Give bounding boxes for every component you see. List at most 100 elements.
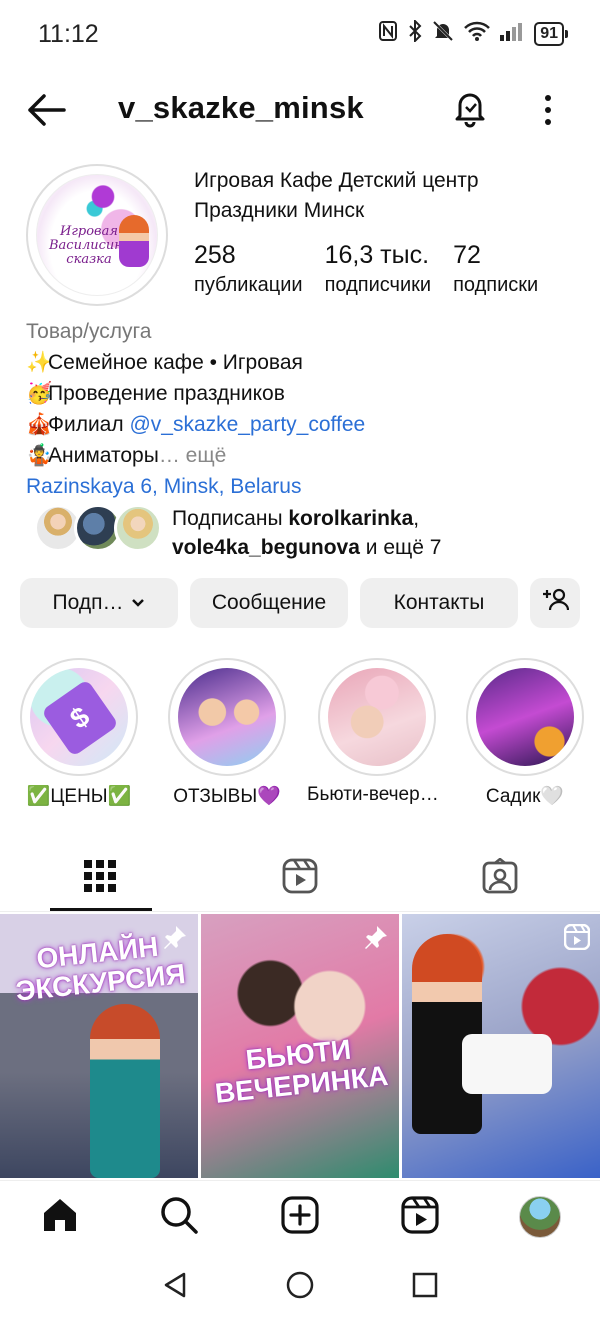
bio-line: 🤹Аниматоры… ещё xyxy=(26,440,586,471)
stat-followers-value: 16,3 тыс. xyxy=(324,241,430,269)
post-thumbnail[interactable] xyxy=(402,914,600,1178)
nav-profile[interactable] xyxy=(518,1195,562,1239)
highlight-ring xyxy=(318,658,436,776)
profile-bio: Товар/услуга ✨Семейное кафе • Игровая 🥳П… xyxy=(26,316,586,502)
post-thumbnail[interactable]: БЬЮТИ ВЕЧЕРИНКА xyxy=(201,914,399,1178)
nav-create[interactable] xyxy=(278,1195,322,1239)
highlight-label: ✅ЦЕНЫ✅ xyxy=(26,786,132,807)
highlight-cover xyxy=(476,668,574,766)
avatar-image: Игровая Василисина сказка xyxy=(36,174,158,296)
system-recents-icon[interactable] xyxy=(410,1270,440,1300)
stat-following-value: 72 xyxy=(453,241,481,269)
story-highlight[interactable]: $ ✅ЦЕНЫ✅ xyxy=(20,658,138,808)
profile-header: v_skazke_minsk xyxy=(0,80,600,140)
bio-line: 🎪Филиал @v_skazke_party_coffee xyxy=(26,409,586,440)
reels-icon xyxy=(400,1195,440,1240)
profile-display-name: Игровая Кафе Детский центр Праздники Мин… xyxy=(194,166,479,226)
profile-avatar[interactable]: Игровая Василисина сказка xyxy=(26,164,168,306)
active-tab-indicator xyxy=(50,908,152,911)
bio-text: Филиал xyxy=(48,413,130,436)
bluetooth-icon xyxy=(408,18,422,48)
bottom-navigation xyxy=(0,1180,600,1254)
mutual-followers[interactable]: Подписаны korolkarinka, vole4ka_begunova… xyxy=(34,504,594,559)
juggler-emoji: 🤹 xyxy=(26,444,53,467)
bio-text: Аниматоры xyxy=(48,444,159,467)
notification-bell-icon[interactable] xyxy=(452,88,488,128)
mutual-followers-text: Подписаны korolkarinka, vole4ka_begunova… xyxy=(172,504,592,562)
signal-icon xyxy=(500,21,524,47)
reel-indicator-icon xyxy=(563,923,591,951)
followed-by-prefix: Подписаны xyxy=(172,507,289,530)
wifi-icon xyxy=(464,20,491,48)
post-overlay-text: БЬЮТИ ВЕЧЕРИНКА xyxy=(213,1033,390,1109)
nav-home[interactable] xyxy=(38,1195,82,1239)
stat-posts-value: 258 xyxy=(194,241,236,269)
message-button[interactable]: Сообщение xyxy=(190,578,348,628)
address-link[interactable]: Razinskaya 6, Minsk, Belarus xyxy=(26,471,586,502)
system-home-icon[interactable] xyxy=(285,1270,315,1300)
post-photo-subject xyxy=(90,1004,160,1178)
tab-posts-grid[interactable] xyxy=(0,846,200,910)
mutual-follower-avatar xyxy=(114,504,162,552)
search-icon xyxy=(159,1195,199,1240)
bio-more-link[interactable]: … ещё xyxy=(159,444,226,467)
highlight-label: Садик🤍 xyxy=(485,786,565,807)
grid-icon xyxy=(84,859,116,897)
mute-bell-icon xyxy=(432,20,454,48)
stat-posts[interactable]: 258 публикации xyxy=(194,240,303,300)
own-profile-avatar xyxy=(519,1196,561,1238)
followed-by-suffix: и ещё 7 xyxy=(359,536,442,559)
tagged-person-icon xyxy=(482,856,518,899)
reels-icon xyxy=(282,858,318,899)
sparkles-emoji: ✨ xyxy=(26,351,53,374)
stat-following[interactable]: 72 подписки xyxy=(453,240,538,300)
contacts-button[interactable]: Контакты xyxy=(360,578,518,628)
bio-text: Семейное кафе • Игровая xyxy=(48,351,303,374)
avatar-logo-text: Игровая Василисина сказка xyxy=(49,224,131,267)
back-arrow-icon[interactable] xyxy=(26,92,66,128)
separator: , xyxy=(413,507,420,530)
nfc-icon xyxy=(378,20,398,48)
status-bar: 11:12 91 xyxy=(0,0,600,70)
pin-icon xyxy=(363,924,389,950)
highlight-label: ОТЗЫВЫ💜 xyxy=(173,786,281,807)
stat-posts-label: публикации xyxy=(194,274,303,296)
battery-indicator: 91 xyxy=(534,22,568,46)
story-highlight[interactable]: Бьюти-вечеринка xyxy=(307,658,447,806)
tab-tagged[interactable] xyxy=(400,846,600,910)
pin-icon xyxy=(162,924,188,950)
status-icons: 91 xyxy=(378,18,568,48)
story-highlight[interactable]: ОТЗЫВЫ💜 xyxy=(168,658,286,808)
chevron-down-icon xyxy=(131,595,145,611)
status-time: 11:12 xyxy=(38,20,99,48)
story-highlight[interactable]: Садик🤍 xyxy=(466,658,584,808)
post-photo-subject xyxy=(462,1034,552,1094)
add-person-icon xyxy=(541,588,570,618)
following-button[interactable]: Подп… xyxy=(20,578,178,628)
nav-search[interactable] xyxy=(157,1195,201,1239)
stat-followers-label: подписчики xyxy=(324,274,432,296)
nav-reels[interactable] xyxy=(398,1195,442,1239)
profile-stats: 258 публикации 16,3 тыс. подписчики 72 п… xyxy=(194,240,560,300)
post-thumbnail[interactable]: ОНЛАЙН ЭКСКУРСИЯ xyxy=(0,914,198,1178)
branch-account-link[interactable]: @v_skazke_party_coffee xyxy=(129,413,365,436)
highlight-ring xyxy=(466,658,584,776)
system-navigation-bar xyxy=(0,1254,600,1318)
system-back-icon[interactable] xyxy=(160,1270,190,1300)
stat-followers[interactable]: 16,3 тыс. подписчики xyxy=(325,240,431,300)
highlight-label: Бьюти-вечеринка xyxy=(307,784,447,805)
price-tag-icon: $ xyxy=(41,679,119,757)
more-options-icon[interactable] xyxy=(536,92,560,128)
stat-following-label: подписки xyxy=(453,274,539,296)
bio-text: Проведение праздников xyxy=(48,382,285,405)
plus-square-icon xyxy=(280,1195,320,1240)
posts-grid: ОНЛАЙН ЭКСКУРСИЯ БЬЮТИ ВЕЧЕРИНКА xyxy=(0,914,600,1178)
follower-username: korolkarinka xyxy=(288,507,414,530)
highlight-ring xyxy=(168,658,286,776)
profile-category: Товар/услуга xyxy=(26,320,152,343)
suggested-users-button[interactable] xyxy=(530,578,580,628)
party-face-emoji: 🥳 xyxy=(26,382,53,405)
profile-name-line1: Игровая Кафе Детский центр xyxy=(194,169,479,192)
tab-reels[interactable] xyxy=(200,846,400,910)
message-button-label: Сообщение xyxy=(211,591,327,614)
